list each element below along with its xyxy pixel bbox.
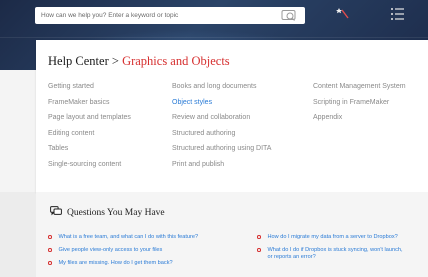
topic-link-active[interactable]: Object styles [172,99,271,115]
topic-link[interactable]: Getting started [48,83,131,99]
bullet-icon [48,248,52,252]
hero-divider [0,37,428,38]
topics-card: Help Center > Graphics and Objects Getti… [36,40,428,192]
breadcrumb-separator: > [111,54,119,68]
question-link[interactable]: How do I migrate my data from a server t… [268,234,398,241]
breadcrumb-root[interactable]: Help Center [48,54,109,68]
menu-list-icon[interactable] [389,7,407,21]
topic-link[interactable]: Scripting in FrameMaker [313,99,406,115]
topic-link[interactable]: Structured authoring using DITA [172,145,271,161]
topic-link[interactable]: FrameMaker basics [48,99,131,115]
questions-section: Questions You May Have What is a free te… [36,192,428,277]
question-link[interactable]: Give people view-only access to your fil… [59,247,163,254]
topics-column-1: Getting started FrameMaker basics Page l… [48,83,131,176]
search-input[interactable] [41,7,271,24]
search-bar [35,7,305,24]
bullet-icon [48,261,52,265]
topic-link[interactable]: Review and collaboration [172,114,271,130]
topic-link[interactable]: Single-sourcing content [48,161,131,177]
topics-column-3: Content Management System Scripting in F… [313,83,406,130]
breadcrumb-current: Graphics and Objects [122,54,230,68]
questions-right-column: How do I migrate my data from a server t… [257,234,403,260]
topic-link[interactable]: Editing content [48,130,131,146]
topic-link[interactable]: Page layout and templates [48,114,131,130]
chat-bubbles-icon [50,206,67,219]
question-item[interactable]: My files are missing. How do I get them … [48,260,198,267]
questions-left-column: What is a free team, and what can I do w… [48,234,198,273]
page-margin [0,70,36,192]
topic-link[interactable]: Tables [48,145,131,161]
topic-link[interactable]: Appendix [313,114,406,130]
question-item[interactable]: What is a free team, and what can I do w… [48,234,198,241]
topic-link[interactable]: Structured authoring [172,130,271,146]
questions-heading: Questions You May Have [50,206,165,219]
bullet-icon [257,248,261,252]
magic-wand-icon[interactable] [334,7,352,21]
question-link[interactable]: My files are missing. How do I get them … [59,260,173,267]
bullet-icon [257,235,261,239]
question-link[interactable]: What is a free team, and what can I do w… [59,234,199,241]
question-item[interactable]: How do I migrate my data from a server t… [257,234,403,241]
topic-link[interactable]: Print and publish [172,161,271,177]
bullet-icon [48,235,52,239]
topics-column-2: Books and long documents Object styles R… [172,83,271,176]
topic-link[interactable]: Content Management System [313,83,406,99]
topic-link[interactable]: Books and long documents [172,83,271,99]
question-item[interactable]: Give people view-only access to your fil… [48,247,198,254]
question-text-block: What do I do if Dropbox is stuck syncing… [268,247,403,260]
question-link-continued[interactable]: or reports an error? [268,254,403,261]
question-item[interactable]: What do I do if Dropbox is stuck syncing… [257,247,403,260]
question-link[interactable]: What do I do if Dropbox is stuck syncing… [268,247,403,254]
questions-title: Questions You May Have [67,207,165,218]
search-icon[interactable] [281,9,297,22]
breadcrumb: Help Center > Graphics and Objects [48,54,230,69]
